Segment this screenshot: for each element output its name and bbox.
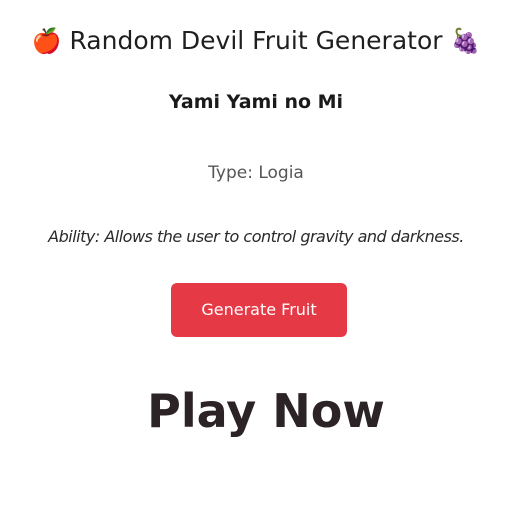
grapes-icon: 🍇 xyxy=(450,27,481,55)
fruit-ability: Ability: Allows the user to control grav… xyxy=(48,227,464,246)
apple-icon: 🍎 xyxy=(31,27,62,55)
fruit-type: Type: Logia xyxy=(208,163,304,183)
page-title-text: Random Devil Fruit Generator xyxy=(69,26,443,55)
page-title: 🍎 Random Devil Fruit Generator 🍇 xyxy=(0,22,512,60)
generate-fruit-button[interactable]: Generate Fruit xyxy=(171,283,347,337)
play-now-link[interactable]: Play Now xyxy=(0,378,512,444)
fruit-name: Yami Yami no Mi xyxy=(168,91,344,113)
